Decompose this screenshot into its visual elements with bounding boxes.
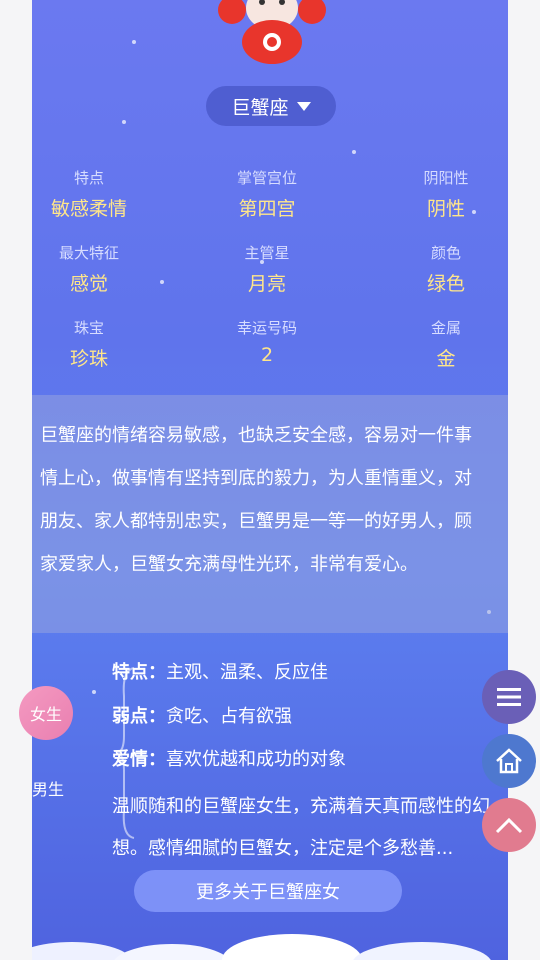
trait-love: 爱情：喜欢优越和成功的对象 (112, 745, 346, 771)
sparkle (132, 40, 136, 44)
sparkle (122, 120, 126, 124)
trait-features-label: 特点： (112, 662, 166, 683)
home-icon (496, 748, 522, 774)
tab-male[interactable]: 男生 (28, 774, 68, 802)
attr-key: 特点 (73, 169, 104, 187)
trait-weakness-value: 贪吃、占有欲强 (166, 706, 292, 727)
trait-love-label: 爱情： (112, 749, 166, 770)
attr-key: 主管星 (244, 244, 290, 262)
attr-item: 阴阳性 阴性 (381, 167, 508, 221)
menu-icon (497, 688, 521, 706)
attr-item: 主管星 月亮 (202, 242, 332, 296)
caret-down-icon (296, 101, 311, 111)
home-button[interactable] (482, 734, 536, 788)
trait-weakness: 弱点：贪吃、占有欲强 (112, 702, 292, 728)
attr-key: 阴阳性 (423, 169, 469, 187)
attr-item: 幸运号码 2 (202, 317, 332, 366)
attr-key: 颜色 (430, 244, 461, 262)
attr-item: 特点 敏感柔情 (32, 167, 154, 221)
attr-value: 第四宫 (238, 198, 296, 220)
more-about-button[interactable]: 更多关于巨蟹座女 (134, 870, 402, 912)
attr-value: 阴性 (426, 198, 465, 220)
sparkle (160, 280, 164, 284)
attr-item: 颜色 绿色 (381, 242, 508, 296)
attr-value: 金 (436, 348, 456, 370)
crab-mascot-icon (218, 0, 326, 64)
clouds-decoration (32, 934, 491, 960)
attr-value: 2 (260, 344, 274, 366)
attr-value: 珍珠 (69, 348, 108, 370)
attr-value: 敏感柔情 (50, 198, 127, 220)
trait-love-value: 喜欢优越和成功的对象 (166, 749, 346, 770)
attr-key: 掌管宫位 (236, 169, 297, 187)
attr-key: 幸运号码 (236, 319, 297, 337)
attr-item: 最大特征 感觉 (32, 242, 154, 296)
trait-features: 特点：主观、温柔、反应佳 (112, 658, 328, 684)
sparkle (92, 690, 96, 694)
attr-item: 掌管宫位 第四宫 (202, 167, 332, 221)
attr-item: 珠宝 珍珠 (32, 317, 154, 371)
horoscope-panel: 巨蟹座 特点 敏感柔情 掌管宫位 第四宫 阴阳性 阴性 最大特征 感觉 主管星 … (32, 0, 508, 960)
trait-summary: 温顺随和的巨蟹座女生，充满着天真而感性的幻想。感情细腻的巨蟹女，注定是个多愁善.… (112, 796, 490, 859)
tab-female[interactable]: 女生 (19, 686, 73, 740)
sparkle (352, 150, 356, 154)
attr-value: 绿色 (426, 273, 465, 295)
trait-features-value: 主观、温柔、反应佳 (166, 662, 328, 683)
attr-key: 金属 (430, 319, 461, 337)
scroll-top-button[interactable] (482, 798, 536, 852)
sign-selector-label: 巨蟹座 (231, 96, 289, 119)
sign-selector[interactable]: 巨蟹座 (206, 86, 336, 126)
trait-weakness-label: 弱点： (112, 706, 166, 727)
attr-value: 月亮 (247, 273, 286, 295)
attr-value: 感觉 (69, 273, 108, 295)
attr-key: 珠宝 (73, 319, 104, 337)
sign-description: 巨蟹座的情绪容易敏感，也缺乏安全感，容易对一件事情上心，做事情有坚持到底的毅力，… (40, 425, 472, 575)
attr-item: 金属 金 (381, 317, 508, 371)
attr-key: 最大特征 (58, 244, 119, 262)
chevron-up-icon (495, 817, 523, 834)
menu-button[interactable] (482, 670, 536, 724)
